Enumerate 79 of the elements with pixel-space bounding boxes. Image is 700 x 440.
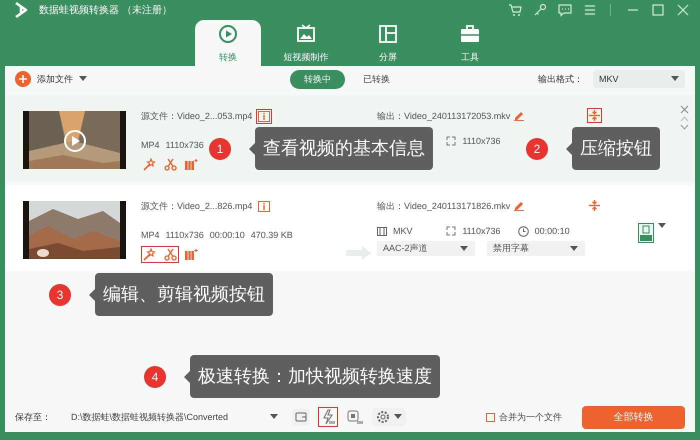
caret-icon — [671, 76, 679, 82]
video-spec: 470.39 KB — [250, 230, 293, 242]
magic-wand-icon[interactable] — [143, 248, 156, 261]
clock-icon — [518, 226, 529, 236]
format-file-icon[interactable] — [638, 223, 654, 243]
merge-checkbox[interactable]: 合并为一个文件 — [486, 410, 562, 424]
source-filename: 源文件：Video_2...053.mp4 — [141, 110, 252, 122]
tab[interactable]: 分屏 — [355, 20, 421, 66]
callout-pointer — [566, 142, 572, 154]
film-icon[interactable] — [184, 248, 198, 261]
chip-icon[interactable] — [346, 409, 364, 425]
scissors-icon[interactable] — [164, 248, 177, 261]
compress-icon[interactable] — [589, 110, 600, 121]
chat-icon[interactable] — [558, 3, 572, 17]
down-icon[interactable] — [680, 124, 689, 130]
callout-pointer — [249, 142, 255, 154]
video-spec: 00:00:10 — [210, 230, 245, 242]
output-format: MKV — [393, 226, 413, 236]
subtitle-dropdown[interactable]: 禁用字幕 — [487, 241, 585, 256]
tv-icon — [295, 22, 317, 44]
settings-button[interactable] — [372, 408, 406, 426]
caret-icon — [270, 414, 278, 420]
tab[interactable]: 短视频制作 — [273, 20, 339, 66]
video-spec: MP4 — [141, 140, 160, 152]
filter-tab[interactable]: 转换中 — [290, 70, 345, 88]
output-format-dropdown[interactable]: MKV — [593, 70, 685, 88]
caret-icon — [658, 223, 666, 229]
caret-icon — [394, 414, 402, 420]
tab[interactable]: 工具 — [437, 20, 503, 66]
info-icon[interactable] — [258, 200, 270, 212]
filter-tab[interactable]: 已转换 — [349, 70, 404, 88]
pencil-icon[interactable] — [514, 201, 524, 211]
callout-label: 编辑、剪辑视频按钮 — [95, 273, 273, 316]
audio-dropdown[interactable]: AAC-2声道 — [377, 241, 475, 256]
file-row[interactable]: 源文件：Video_2...826.mp4 MP4 1110x736 00:00:10 470.39 KB 输出：Video_240113171826.mkv MKV 1110x736 00:00:10 AAC-2声道 禁用字幕 — [5, 185, 695, 271]
info-icon[interactable] — [258, 110, 270, 122]
output-format-label: 输出格式： — [538, 72, 583, 86]
split-screen-icon — [377, 22, 399, 44]
cart-icon[interactable] — [508, 3, 522, 17]
film-strip-icon — [377, 226, 387, 236]
convert-icon — [217, 22, 239, 44]
film-icon[interactable] — [184, 158, 198, 171]
pencil-icon[interactable] — [514, 111, 524, 121]
output-resolution: 1110x736 — [462, 136, 501, 146]
callout-pointer — [184, 370, 190, 382]
output-filename: 输出：Video_240113172053.mkv — [377, 110, 510, 122]
caret-icon — [79, 76, 87, 82]
compress-icon[interactable] — [589, 200, 600, 211]
caret-icon — [570, 246, 578, 252]
key-icon[interactable] — [533, 3, 547, 17]
caret-icon — [460, 246, 468, 252]
callout-label: 查看视频的基本信息 — [255, 127, 433, 170]
callout-pointer — [89, 288, 95, 300]
output-duration: 00:00:10 — [534, 226, 570, 236]
output-resolution: 1110x736 — [462, 226, 501, 236]
folder-icon[interactable] — [292, 408, 310, 426]
callout-label: 极速转换：加快视频转换速度 — [190, 355, 440, 398]
settings-icon — [376, 410, 390, 424]
source-filename: 源文件：Video_2...826.mp4 — [141, 200, 252, 212]
close-icon[interactable] — [680, 105, 689, 114]
window-title: 数据蛙视频转换器 （未注册） — [39, 4, 172, 17]
plus-icon — [15, 71, 31, 87]
up-icon[interactable] — [680, 116, 689, 122]
scissors-icon[interactable] — [164, 158, 177, 171]
resize-icon — [446, 226, 456, 236]
magic-wand-icon[interactable] — [143, 158, 156, 171]
add-file-button[interactable]: 添加文件 — [15, 71, 290, 87]
save-path-dropdown[interactable]: D:\数据蛙\数据蛙视频转换器\Converted — [69, 408, 284, 426]
video-spec: 1110x736 — [166, 230, 204, 242]
tab[interactable]: 转换 — [195, 20, 261, 66]
callout-label: 压缩按钮 — [572, 127, 660, 170]
video-spec: 1110x736 — [166, 140, 204, 152]
resize-icon — [446, 136, 456, 146]
maximize-icon[interactable] — [651, 3, 665, 17]
menu-icon[interactable] — [583, 3, 597, 17]
video-spec: MP4 — [141, 230, 160, 242]
save-to-label: 保存至： — [15, 410, 51, 424]
output-filename: 输出：Video_240113171826.mkv — [377, 200, 510, 212]
toolbox-icon — [459, 22, 481, 44]
